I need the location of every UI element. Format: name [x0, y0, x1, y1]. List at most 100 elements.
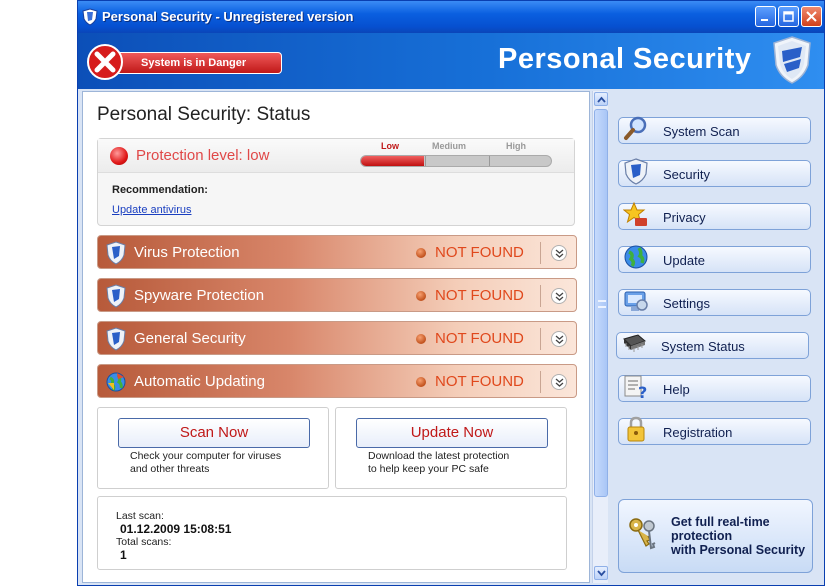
protection-level-text: Protection level: low: [136, 147, 270, 164]
status-dot-icon: [110, 147, 128, 165]
component-row-automatic-updating[interactable]: Automatic Updating NOT FOUND: [97, 364, 577, 398]
danger-alert[interactable]: System is in Danger: [86, 43, 282, 81]
component-row-spyware[interactable]: Spyware Protection NOT FOUND: [97, 278, 577, 312]
help-icon: ?: [624, 375, 647, 400]
shield-icon: [106, 284, 126, 308]
component-row-virus[interactable]: Virus Protection NOT FOUND: [97, 235, 577, 269]
main-panel: Personal Security: Status Protection lev…: [82, 91, 590, 583]
shield-icon: [624, 158, 648, 185]
nav-label: Privacy: [663, 210, 706, 225]
globe-icon: [624, 245, 648, 269]
nav-label: Help: [663, 382, 690, 397]
divider: [540, 242, 541, 264]
nav-label: Registration: [663, 425, 733, 440]
level-label-medium: Medium: [432, 141, 467, 151]
nav-label: Settings: [663, 296, 710, 311]
close-button[interactable]: [801, 6, 822, 27]
expand-button[interactable]: [551, 245, 567, 261]
shield-icon: [106, 327, 126, 351]
shield-icon: [82, 8, 98, 26]
page-title: Personal Security: Status: [97, 104, 311, 125]
chevron-up-icon: [597, 96, 606, 103]
update-description: Download the latest protection to help k…: [368, 450, 548, 476]
nav-label: System Status: [661, 339, 745, 354]
nav-registration[interactable]: Registration: [618, 416, 811, 445]
expand-button[interactable]: [551, 331, 567, 347]
chevron-down-icon: [555, 249, 564, 258]
scan-info-panel: Last scan: 01.12.2009 15:08:51 Total sca…: [97, 496, 567, 570]
title-bar[interactable]: Personal Security - Unregistered version: [78, 1, 824, 33]
protection-level-bar: [360, 155, 552, 167]
scroll-up-button[interactable]: [594, 92, 608, 106]
component-name: Spyware Protection: [134, 287, 265, 304]
promo-line: protection: [671, 529, 733, 543]
component-name: Virus Protection: [134, 244, 240, 261]
nav-help[interactable]: ? Help: [618, 375, 811, 402]
total-scans-value: 1: [120, 548, 127, 562]
header-banner: System is in Danger Personal Security: [78, 33, 824, 89]
divider: [540, 371, 541, 393]
chevron-down-icon: [555, 378, 564, 387]
update-now-button[interactable]: Update Now: [356, 418, 548, 448]
expand-button[interactable]: [551, 374, 567, 390]
scroll-thumb[interactable]: [594, 109, 608, 497]
settings-icon: [624, 291, 648, 311]
protection-level-fill: [361, 156, 424, 166]
upgrade-promo[interactable]: Get full real-time protection with Perso…: [618, 499, 813, 573]
update-action-panel: Update Now Download the latest protectio…: [335, 407, 567, 489]
nav-privacy[interactable]: Privacy: [618, 201, 811, 230]
chevron-down-icon: [555, 335, 564, 344]
update-description-line: to help keep your PC safe: [368, 463, 489, 475]
scan-description-line: Check your computer for viruses: [130, 450, 282, 462]
level-divider: [489, 156, 490, 166]
update-description-line: Download the latest protection: [368, 450, 510, 462]
component-state: NOT FOUND: [435, 330, 524, 347]
maximize-button[interactable]: [778, 6, 799, 27]
maximize-icon: [783, 11, 794, 22]
component-state: NOT FOUND: [435, 287, 524, 304]
component-name: General Security: [134, 330, 246, 347]
chevron-down-icon: [555, 292, 564, 301]
recommendation-label: Recommendation:: [112, 184, 208, 196]
minimize-button[interactable]: [755, 6, 776, 27]
danger-label: System is in Danger: [114, 52, 282, 74]
update-antivirus-link[interactable]: Update antivirus: [112, 204, 192, 216]
nav-label: Update: [663, 253, 705, 268]
scroll-grip: [598, 300, 606, 308]
last-scan-label: Last scan:: [116, 510, 164, 522]
nav-system-scan[interactable]: System Scan: [618, 116, 811, 144]
warning-dot-icon: [416, 377, 426, 387]
chip-icon: [623, 334, 646, 352]
protection-panel: Protection level: low Low Medium High Re…: [97, 138, 575, 226]
protection-header: Protection level: low Low Medium High: [98, 139, 574, 173]
minimize-icon: [761, 19, 768, 21]
globe-icon: [106, 372, 126, 392]
level-label-high: High: [506, 141, 526, 151]
level-label-low: Low: [381, 141, 399, 151]
scan-now-button[interactable]: Scan Now: [118, 418, 310, 448]
nav-update[interactable]: Update: [618, 245, 811, 273]
nav-security[interactable]: Security: [618, 158, 811, 187]
close-icon: [806, 11, 817, 22]
chevron-down-icon: [597, 570, 606, 577]
vertical-scrollbar[interactable]: [592, 91, 608, 583]
component-state: NOT FOUND: [435, 244, 524, 261]
lock-icon: [627, 416, 645, 442]
expand-button[interactable]: [551, 288, 567, 304]
scan-description-line: and other threats: [130, 463, 210, 475]
scroll-down-button[interactable]: [594, 566, 608, 580]
nav-system-status[interactable]: System Status: [616, 332, 809, 359]
svg-text:?: ?: [638, 383, 647, 400]
brand-title: Personal Security: [498, 43, 752, 75]
keys-icon: [629, 518, 656, 550]
level-divider: [425, 156, 426, 166]
warning-dot-icon: [416, 291, 426, 301]
total-scans-label: Total scans:: [116, 536, 172, 548]
component-name: Automatic Updating: [134, 373, 265, 390]
nav-label: Security: [663, 167, 710, 182]
nav-settings[interactable]: Settings: [618, 289, 811, 316]
magnifier-icon: [624, 116, 647, 140]
divider: [540, 328, 541, 350]
component-state: NOT FOUND: [435, 373, 524, 390]
component-row-general-security[interactable]: General Security NOT FOUND: [97, 321, 577, 355]
